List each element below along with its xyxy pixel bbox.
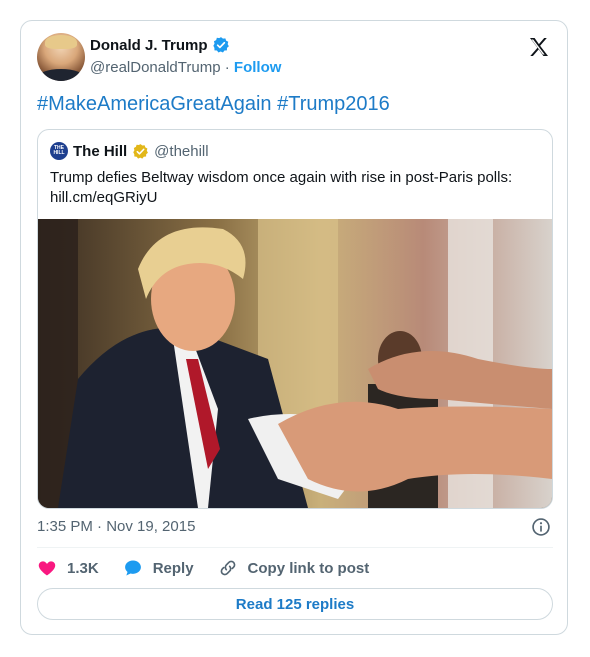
quoted-header: THE HILL The Hill @thehill <box>50 142 209 160</box>
x-logo-icon[interactable] <box>527 35 551 59</box>
avatar-hair <box>45 35 77 49</box>
the-hill-logo-text: THE HILL <box>53 145 65 156</box>
post-timestamp[interactable]: 1:35 PM · Nov 19, 2015 <box>37 518 195 535</box>
avatar-suit <box>37 69 85 81</box>
copy-link-button[interactable]: Copy link to post <box>218 558 370 578</box>
quoted-link[interactable]: hill.cm/eqGRiyU <box>50 188 540 208</box>
post-actions: 1.3K Reply Copy link to post <box>37 558 393 578</box>
gold-verified-badge-icon <box>133 143 149 159</box>
info-icon[interactable] <box>531 517 551 537</box>
verified-badge-icon <box>212 37 229 53</box>
author-name[interactable]: Donald J. Trump <box>90 37 208 54</box>
quoted-text: Trump defies Beltway wisdom once again w… <box>50 168 540 208</box>
author-handle[interactable]: @realDonaldTrump <box>90 59 221 76</box>
embedded-post-card: Donald J. Trump @realDonaldTrump · Follo… <box>20 20 568 635</box>
photo-illustration <box>38 219 552 508</box>
author-name-row: Donald J. Trump <box>90 36 230 54</box>
reply-label: Reply <box>152 559 194 577</box>
quoted-text-line: Trump defies Beltway wisdom once again w… <box>50 169 513 186</box>
quoted-author-name: The Hill <box>73 142 128 160</box>
like-button[interactable]: 1.3K <box>37 558 99 578</box>
the-hill-logo-icon: THE HILL <box>50 142 68 160</box>
post-text[interactable]: #MakeAmericaGreatAgain #Trump2016 <box>37 93 390 116</box>
follow-button[interactable]: Follow <box>234 59 282 76</box>
read-replies-button[interactable]: Read 125 replies <box>37 588 553 620</box>
author-handle-row: @realDonaldTrump · Follow <box>90 59 281 76</box>
author-avatar[interactable] <box>37 33 85 81</box>
reply-button[interactable]: Reply <box>123 558 194 578</box>
reply-bubble-icon <box>124 560 141 576</box>
copy-link-label: Copy link to post <box>247 559 370 577</box>
link-icon <box>220 560 235 576</box>
handle-separator: · <box>224 59 230 76</box>
like-count: 1.3K <box>67 559 99 577</box>
actions-divider <box>37 547 553 548</box>
quoted-author-handle: @thehill <box>154 142 209 160</box>
quoted-post[interactable]: THE HILL The Hill @thehill Trump defies … <box>37 129 553 509</box>
heart-icon <box>38 561 56 576</box>
quoted-photo[interactable] <box>38 219 552 508</box>
